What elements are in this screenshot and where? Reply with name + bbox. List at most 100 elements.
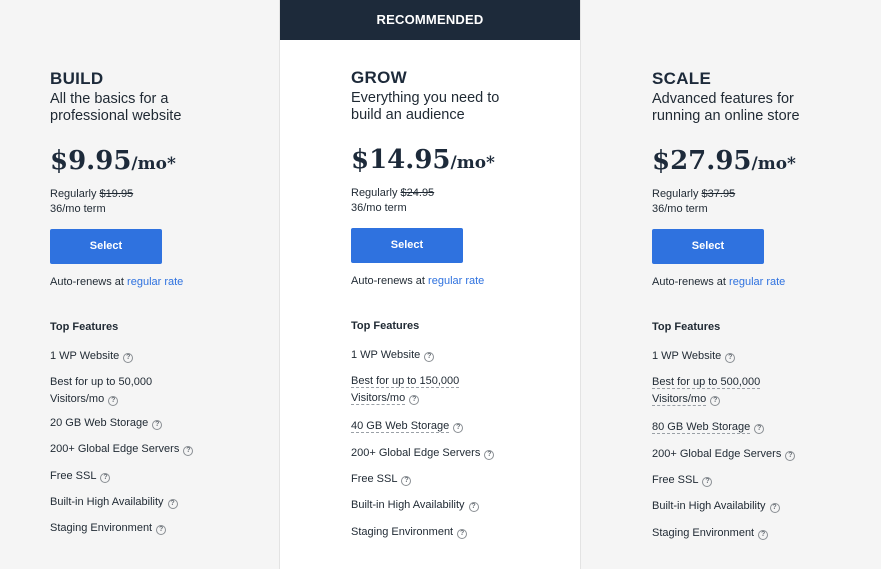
top-features-heading-grow: Top Features <box>351 320 420 332</box>
term-build: 36/mo term <box>50 203 106 215</box>
feature-item-build: 20 GB Web Storage? <box>50 415 163 432</box>
question-circle-icon[interactable]: ? <box>725 353 736 363</box>
question-circle-icon[interactable]: ? <box>468 502 479 512</box>
feature-label-line2: Visitors/mo <box>50 393 105 405</box>
feature-item-grow: Built-in High Availability? <box>351 497 479 514</box>
feature-item-grow: 1 WP Website? <box>351 347 435 364</box>
regular-rate-link[interactable]: regular rate <box>729 276 785 288</box>
regular-rate-link[interactable]: regular rate <box>127 276 183 288</box>
top-features-heading-build: Top Features <box>50 321 119 333</box>
feature-label: 200+ Global Edge Servers <box>652 448 782 460</box>
price-period: /mo* <box>751 154 796 174</box>
price-period: /mo* <box>450 153 495 173</box>
plan-price-scale: $27.95/mo* <box>652 146 796 176</box>
question-circle-icon[interactable]: ? <box>702 477 713 487</box>
feature-label: Built-in High Availability <box>652 500 766 512</box>
term-scale: 36/mo term <box>652 203 708 215</box>
auto-renew-grow: Auto-renews at regular rate <box>351 275 484 287</box>
auto-renew-scale: Auto-renews at regular rate <box>652 276 785 288</box>
feature-label: Staging Environment <box>652 527 755 539</box>
price-amount: $27.95 <box>652 146 752 176</box>
auto-renew-text: Auto-renews at <box>652 276 726 288</box>
feature-label: 200+ Global Edge Servers <box>351 447 481 459</box>
feature-item-scale: Best for up to 500,000 Visitors/mo? <box>652 374 761 408</box>
feature-item-scale: 200+ Global Edge Servers? <box>652 446 796 463</box>
regular-rate-link[interactable]: regular rate <box>428 275 484 287</box>
feature-label: Free SSL <box>50 470 97 482</box>
question-circle-icon[interactable]: ? <box>758 530 769 540</box>
regular-price-build: Regularly $19.95 <box>50 187 133 202</box>
feature-item-build: 1 WP Website? <box>50 348 134 365</box>
feature-item-scale: 80 GB Web Storage? <box>652 419 765 436</box>
question-circle-icon[interactable]: ? <box>424 352 435 362</box>
feature-item-grow: 200+ Global Edge Servers? <box>351 445 495 462</box>
question-circle-icon[interactable]: ? <box>156 525 167 535</box>
select-button-grow[interactable]: Select <box>351 228 463 263</box>
plan-name-grow: GROW <box>351 68 407 87</box>
feature-label: Built-in High Availability <box>351 499 465 511</box>
feature-item-scale: 1 WP Website? <box>652 348 736 365</box>
feature-item-grow: Free SSL? <box>351 471 412 488</box>
question-circle-icon[interactable]: ? <box>769 503 780 513</box>
question-circle-icon[interactable]: ? <box>710 396 721 406</box>
question-circle-icon[interactable]: ? <box>108 396 119 406</box>
feature-label[interactable]: 40 GB Web Storage <box>351 420 450 433</box>
feature-label[interactable]: 80 GB Web Storage <box>652 421 751 434</box>
regularly-label: Regularly <box>50 188 97 200</box>
question-circle-icon[interactable]: ? <box>183 446 194 456</box>
regular-price-scale: Regularly $37.95 <box>652 187 735 202</box>
feature-label-line2[interactable]: Visitors/mo <box>652 393 707 406</box>
feature-label[interactable]: Best for up to 500,000 <box>652 376 761 389</box>
feature-item-scale: Free SSL? <box>652 472 713 489</box>
feature-item-build: Best for up to 50,000 Visitors/mo? <box>50 374 152 408</box>
feature-item-grow: 40 GB Web Storage? <box>351 418 464 435</box>
price-amount: $9.95 <box>50 146 132 176</box>
old-price: $37.95 <box>701 188 736 200</box>
feature-item-grow: Staging Environment? <box>351 524 468 541</box>
regularly-label: Regularly <box>351 187 398 199</box>
plan-desc-line1-scale: Advanced features for <box>652 91 794 107</box>
feature-item-build: Staging Environment? <box>50 520 167 537</box>
plan-price-build: $9.95/mo* <box>50 146 176 176</box>
question-circle-icon[interactable]: ? <box>409 395 420 405</box>
regular-price-grow: Regularly $24.95 <box>351 186 434 201</box>
auto-renew-text: Auto-renews at <box>50 276 124 288</box>
feature-label: Built-in High Availability <box>50 496 164 508</box>
question-circle-icon[interactable]: ? <box>152 420 163 430</box>
feature-label[interactable]: Best for up to 150,000 <box>351 375 460 388</box>
feature-label: 200+ Global Edge Servers <box>50 443 180 455</box>
feature-item-scale: Staging Environment? <box>652 525 769 542</box>
auto-renew-build: Auto-renews at regular rate <box>50 276 183 288</box>
question-circle-icon[interactable]: ? <box>123 353 134 363</box>
plan-desc-line2-build: professional website <box>50 108 182 124</box>
plan-desc-line2-scale: running an online store <box>652 108 800 124</box>
feature-item-scale: Built-in High Availability? <box>652 498 780 515</box>
question-circle-icon[interactable]: ? <box>785 451 796 461</box>
feature-label: 1 WP Website <box>50 350 120 362</box>
question-circle-icon[interactable]: ? <box>401 476 412 486</box>
select-button-build[interactable]: Select <box>50 229 162 264</box>
question-circle-icon[interactable]: ? <box>167 499 178 509</box>
question-circle-icon[interactable]: ? <box>453 423 464 433</box>
plan-desc-line1-grow: Everything you need to <box>351 90 500 106</box>
question-circle-icon[interactable]: ? <box>754 424 765 434</box>
regularly-label: Regularly <box>652 188 699 200</box>
old-price: $19.95 <box>99 188 134 200</box>
feature-item-build: Built-in High Availability? <box>50 494 178 511</box>
question-circle-icon[interactable]: ? <box>457 529 468 539</box>
old-price: $24.95 <box>400 187 435 199</box>
plan-name-scale: SCALE <box>652 69 712 88</box>
auto-renew-text: Auto-renews at <box>351 275 425 287</box>
question-circle-icon[interactable]: ? <box>100 473 111 483</box>
feature-label: Free SSL <box>652 474 699 486</box>
question-circle-icon[interactable]: ? <box>484 450 495 460</box>
price-amount: $14.95 <box>351 145 451 175</box>
feature-label: Staging Environment <box>50 522 153 534</box>
feature-label: Staging Environment <box>351 526 454 538</box>
top-features-heading-scale: Top Features <box>652 321 721 333</box>
feature-item-grow: Best for up to 150,000 Visitors/mo? <box>351 373 460 407</box>
select-button-scale[interactable]: Select <box>652 229 764 264</box>
recommended-banner: RECOMMENDED <box>280 0 580 40</box>
feature-label-line2[interactable]: Visitors/mo <box>351 392 406 405</box>
plan-price-grow: $14.95/mo* <box>351 145 495 175</box>
